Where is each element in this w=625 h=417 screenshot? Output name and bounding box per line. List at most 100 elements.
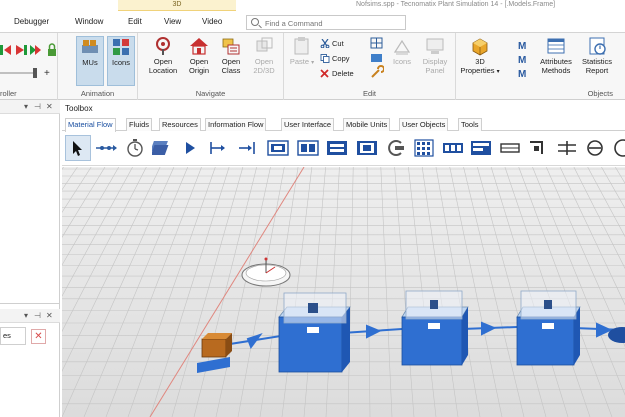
pin-icon[interactable]: ⊣ [34, 102, 41, 111]
turnplate-tool[interactable] [582, 135, 608, 161]
icons-button[interactable]: Icons [107, 36, 135, 86]
angular-converter-tool[interactable] [525, 135, 551, 161]
command-search[interactable] [246, 15, 406, 30]
menu-video[interactable]: Video [202, 17, 222, 26]
tab-mobile-units[interactable]: Mobile Units [343, 118, 391, 131]
3d-properties-button[interactable]: 3D Properties ▾ [460, 36, 500, 86]
method-edit-icon[interactable]: M [518, 55, 526, 66]
statistics-report-icon [589, 37, 606, 55]
step-back-icon[interactable] [0, 45, 11, 55]
shop-tool[interactable] [354, 135, 380, 161]
speed-slider[interactable]: + [0, 68, 50, 79]
tab-resources[interactable]: Resources [159, 118, 201, 131]
icons-label: Icons [112, 58, 130, 67]
svg-text:+: + [44, 68, 50, 79]
cut-button[interactable]: Cut [320, 38, 344, 50]
station-1[interactable] [278, 292, 351, 373]
display-panel-button[interactable]: Display Panel [418, 36, 452, 86]
close-icon[interactable]: ✕ [46, 102, 53, 111]
menu-debugger[interactable]: Debugger [14, 17, 49, 26]
tab-user-interface[interactable]: User Interface [281, 118, 335, 131]
3d-properties-dropdown-icon[interactable]: ▾ [497, 69, 500, 75]
open-class-button[interactable]: Open Class [216, 36, 246, 86]
store-tool[interactable] [411, 135, 437, 161]
dismantle-tool[interactable] [324, 135, 350, 161]
drain-tool[interactable] [205, 135, 231, 161]
buffer-tool[interactable] [440, 135, 466, 161]
pointer-tool[interactable] [65, 135, 91, 161]
paste-dropdown-icon[interactable]: ▾ [311, 60, 314, 66]
paste-button[interactable]: Paste ▾ [288, 36, 316, 86]
context-tab-3d[interactable]: 3D [118, 0, 236, 11]
panel-menu-icon[interactable]: ▾ [24, 102, 28, 111]
source-tool[interactable] [177, 135, 203, 161]
edit-small-tools [370, 37, 384, 78]
line-tool[interactable] [497, 135, 523, 161]
connector-tool[interactable] [93, 135, 119, 161]
play-icon[interactable] [16, 45, 27, 55]
tab-material-flow[interactable]: Material Flow [65, 118, 116, 132]
tab-tools[interactable]: Tools [458, 118, 482, 131]
open-location-icon [156, 37, 170, 55]
clear-icon[interactable]: ✕ [31, 329, 46, 344]
turnplate-icon [587, 140, 603, 156]
turntable-tool[interactable] [554, 135, 580, 161]
menu-view[interactable]: View [164, 17, 181, 26]
buffer-icon [443, 143, 463, 153]
fast-forward-icon[interactable] [30, 45, 41, 55]
station-3[interactable] [516, 290, 581, 366]
lock-icon[interactable] [48, 43, 56, 56]
3d-scene[interactable] [62, 167, 625, 417]
left-panel-field[interactable]: es [0, 327, 26, 345]
tab-information-flow[interactable]: Information Flow [205, 118, 267, 131]
icons-disabled-button[interactable]: Icons [390, 36, 414, 86]
frame-tool[interactable] [150, 135, 176, 161]
menu-edit[interactable]: Edit [128, 17, 142, 26]
attributes-methods-button[interactable]: Attributes Methods [536, 36, 576, 86]
method-m-icon[interactable]: M [518, 41, 526, 52]
open-2d3d-label-2: 2D/3D [253, 65, 275, 75]
conveyor-line-icon [500, 143, 520, 153]
group-label-animation: Animation [80, 89, 115, 98]
pointer-icon [73, 141, 82, 156]
station-2[interactable] [401, 290, 469, 366]
3d-view[interactable] [62, 167, 625, 417]
track-tool[interactable] [608, 135, 625, 161]
menu-window[interactable]: Window [75, 17, 103, 26]
tab-user-objects[interactable]: User Objects [399, 118, 449, 131]
clock-icon [127, 139, 143, 157]
sorter-tool[interactable] [468, 135, 494, 161]
wrench-icon[interactable] [371, 65, 384, 78]
copy-button[interactable]: Copy [320, 53, 350, 65]
frame-stack-icon [152, 141, 169, 155]
event-controller-tool[interactable] [122, 135, 148, 161]
connector-icon[interactable] [371, 54, 382, 62]
menu-bar: Debugger Window Edit View Video [0, 11, 625, 33]
angular-converter-icon [530, 141, 543, 154]
open-location-button[interactable]: Open Location [146, 36, 180, 86]
delete-button[interactable]: Delete [320, 68, 354, 80]
command-search-input[interactable] [265, 18, 403, 28]
assembly-tool[interactable] [295, 135, 321, 161]
pin-icon[interactable]: ⊣ [34, 311, 41, 320]
drain-icon [210, 142, 225, 154]
mus-label: MUs [82, 58, 98, 67]
close-icon[interactable]: ✕ [46, 311, 53, 320]
cycle-tool[interactable] [382, 135, 408, 161]
left-panel-divider [0, 303, 60, 304]
open-class-icon [222, 38, 240, 55]
tab-fluids[interactable]: Fluids [126, 118, 153, 131]
open-origin-button[interactable]: Open Origin [184, 36, 214, 86]
panel-menu-icon[interactable]: ▾ [24, 311, 28, 320]
statistics-report-button[interactable]: Statistics Report [578, 36, 616, 86]
mus-button[interactable]: MUs [76, 36, 104, 86]
open-2d3d-button[interactable]: Open 2D/3D [248, 36, 280, 86]
grid-icon[interactable] [370, 37, 383, 49]
method-run-icon[interactable]: M [518, 69, 526, 80]
icon-editor-icon [393, 39, 411, 55]
group-label-edit: Edit [363, 89, 376, 98]
parallel-proc-tool[interactable] [265, 135, 291, 161]
source-object[interactable] [197, 333, 232, 373]
controller-controls[interactable]: + [0, 41, 58, 85]
single-proc-tool[interactable] [234, 135, 260, 161]
